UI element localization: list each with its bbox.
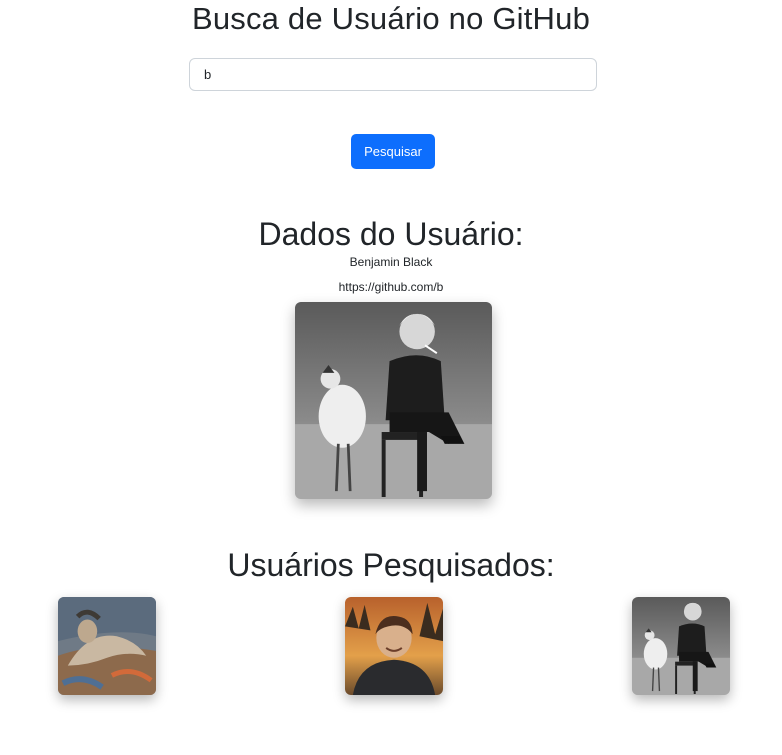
avatar-boy-with-chicken-icon xyxy=(632,597,730,695)
searched-user-avatar-3[interactable] xyxy=(632,597,730,695)
searched-user-avatar-1[interactable] xyxy=(58,597,156,695)
searched-user-avatar-2[interactable] xyxy=(345,597,443,695)
search-input[interactable] xyxy=(189,58,597,91)
user-section-title: Dados do Usuário: xyxy=(258,216,524,252)
user-url: https://github.com/b xyxy=(338,280,444,294)
user-avatar xyxy=(295,302,492,499)
searched-section-title: Usuários Pesquisados: xyxy=(227,547,555,583)
avatar-smiling-person-icon xyxy=(345,597,443,695)
page: Busca de Usuário no GitHub Pesquisar Dad… xyxy=(0,0,782,755)
user-name: Benjamin Black xyxy=(349,255,433,269)
search-button[interactable]: Pesquisar xyxy=(351,134,435,169)
page-title: Busca de Usuário no GitHub xyxy=(191,1,591,36)
avatar-boy-with-chicken-icon xyxy=(295,302,492,499)
avatar-painting-figure-icon xyxy=(58,597,156,695)
